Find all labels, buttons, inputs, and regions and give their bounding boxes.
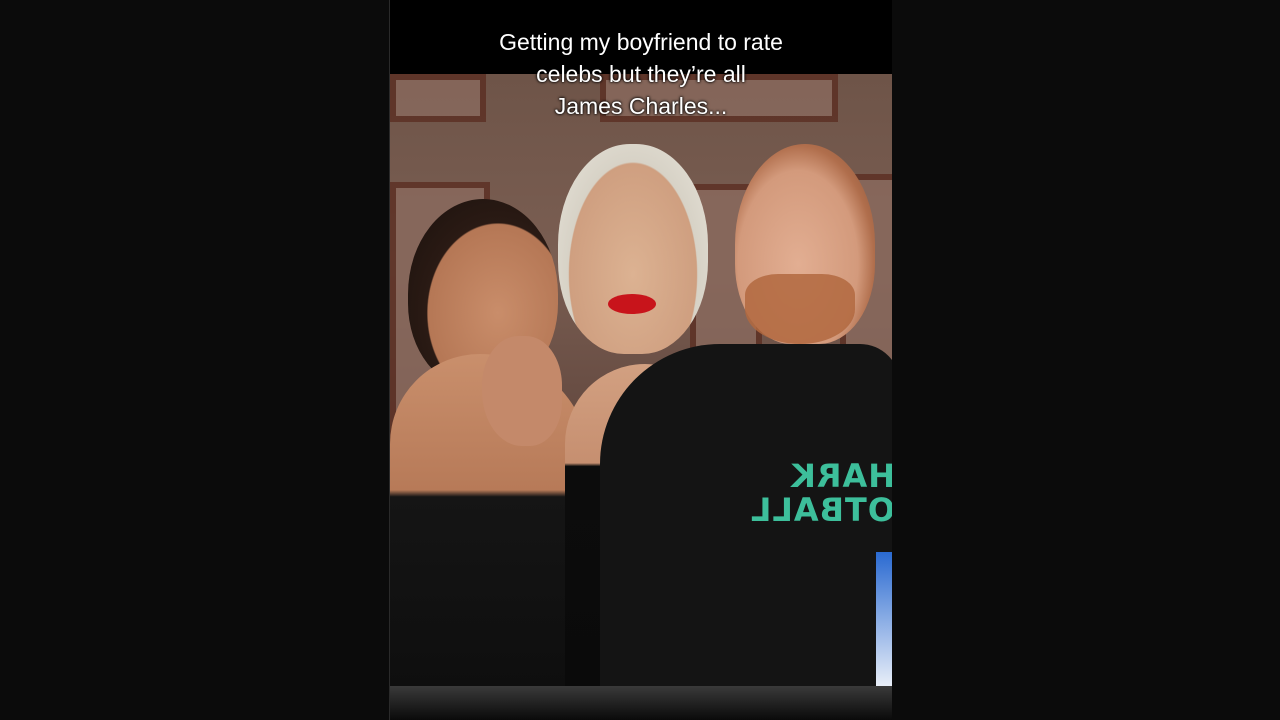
man-beard bbox=[745, 274, 855, 344]
caption-line: Getting my boyfriend to rate bbox=[499, 29, 783, 55]
video-player[interactable]: HARK OTBALL Getting my boyfriend to rate… bbox=[389, 0, 892, 720]
video-bottom-band bbox=[390, 686, 892, 720]
video-caption: Getting my boyfriend to rate celebs but … bbox=[390, 26, 892, 122]
tshirt-print-line: HARK bbox=[790, 457, 892, 495]
woman-hand bbox=[482, 336, 562, 446]
tshirt-print: HARK OTBALL bbox=[735, 457, 892, 529]
tshirt-print-line: OTBALL bbox=[750, 491, 892, 529]
viewer-background: HARK OTBALL Getting my boyfriend to rate… bbox=[0, 0, 1280, 720]
snack-bag bbox=[876, 552, 892, 686]
caption-line: celebs but they’re all bbox=[536, 61, 746, 87]
center-person-head bbox=[558, 144, 708, 354]
video-frame-image: HARK OTBALL bbox=[390, 74, 892, 686]
red-lips bbox=[608, 294, 656, 314]
caption-line: James Charles... bbox=[554, 93, 728, 119]
